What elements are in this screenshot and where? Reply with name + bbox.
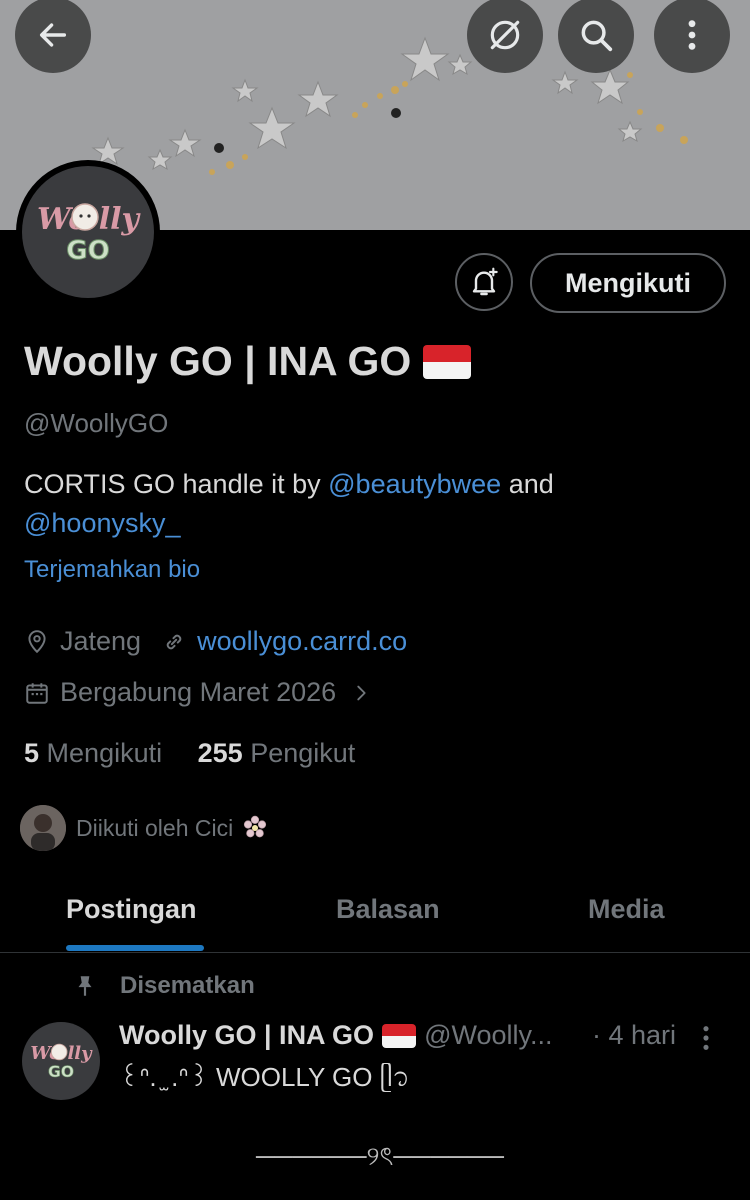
bell-plus-icon bbox=[472, 267, 498, 296]
profile-location: Jateng bbox=[60, 626, 142, 656]
svg-text:GO: GO bbox=[48, 1063, 74, 1081]
meta-joined[interactable]: Bergabung Maret 2026 bbox=[24, 677, 382, 708]
location-pin-icon bbox=[28, 629, 46, 653]
indonesia-flag-icon bbox=[382, 1023, 417, 1048]
following-button[interactable]: Mengikuti bbox=[530, 253, 726, 313]
following-stat[interactable]: 5 Mengikuti bbox=[24, 738, 162, 768]
pin-icon bbox=[78, 976, 92, 996]
tab-media[interactable]: Media bbox=[588, 894, 665, 925]
profile-bio: CORTIS GO handle it by @beautybwee and @… bbox=[24, 465, 724, 543]
follower-avatar bbox=[20, 805, 66, 851]
meta-location-website: Jateng woollygo.carrd.co bbox=[24, 626, 407, 657]
followers-label: Pengikut bbox=[250, 738, 356, 768]
calendar-icon bbox=[26, 682, 48, 704]
bio-mention-hoonysky[interactable]: @hoonysky_ bbox=[24, 508, 181, 538]
post-header: Woolly GO | INA GO @Woolly... bbox=[119, 1020, 553, 1051]
woolly-go-logo: Wo lly GO bbox=[30, 1043, 93, 1081]
profile-website-link[interactable]: woollygo.carrd.co bbox=[197, 626, 407, 657]
tab-postingan[interactable]: Postingan bbox=[66, 894, 197, 925]
back-button[interactable] bbox=[15, 0, 91, 73]
post-author-name[interactable]: Woolly GO | INA GO bbox=[119, 1020, 374, 1051]
profile-joined-date: Bergabung Maret 2026 bbox=[60, 677, 337, 707]
pinned-label: Disematkan bbox=[120, 972, 255, 999]
bio-text: CORTIS GO handle it by bbox=[24, 469, 321, 499]
chevron-right-icon bbox=[357, 685, 366, 700]
more-button[interactable] bbox=[654, 0, 730, 73]
followed-by-row[interactable]: Diikuti oleh Cici bbox=[20, 805, 269, 851]
svg-text:GO: GO bbox=[66, 236, 109, 266]
post-author-handle[interactable]: @Woolly... bbox=[424, 1020, 552, 1051]
more-vertical-icon bbox=[688, 20, 696, 50]
pinned-indicator: Disematkan bbox=[72, 972, 255, 1000]
eye-slash-icon bbox=[490, 20, 520, 50]
flower-icon bbox=[244, 815, 267, 838]
tab-balasan[interactable]: Balasan bbox=[336, 894, 440, 925]
bio-and: and bbox=[508, 469, 554, 499]
profile-avatar[interactable]: Wo lly GO bbox=[16, 160, 160, 304]
link-icon bbox=[166, 634, 182, 649]
followers-stat[interactable]: 255 Pengikut bbox=[198, 738, 356, 768]
arrow-left-icon bbox=[39, 23, 67, 47]
post-author-avatar[interactable]: Wo lly GO bbox=[22, 1022, 100, 1100]
search-button[interactable] bbox=[558, 0, 634, 73]
active-tab-indicator bbox=[66, 945, 204, 951]
follow-counts: 5 Mengikuti 255 Pengikut bbox=[24, 738, 355, 769]
following-label: Mengikuti bbox=[46, 738, 163, 768]
followed-by-text: Diikuti oleh Cici bbox=[76, 814, 234, 841]
translate-bio-link[interactable]: Terjemahkan bio bbox=[24, 556, 200, 584]
profile-name: Woolly GO | INA GO bbox=[24, 338, 412, 384]
search-icon bbox=[581, 20, 613, 52]
profile-handle: @WoollyGO bbox=[24, 408, 169, 438]
avatar-logo: Wo lly GO bbox=[22, 166, 154, 298]
hide-button[interactable] bbox=[467, 0, 543, 73]
profile-tabs: Postingan Balasan Media bbox=[0, 880, 750, 953]
following-count: 5 bbox=[24, 738, 40, 768]
notify-button[interactable] bbox=[455, 253, 513, 311]
bio-mention-beautybwee[interactable]: @beautybwee bbox=[328, 469, 501, 499]
woolly-go-logo: Wo lly GO bbox=[37, 202, 141, 267]
post-text: ꒰ᐢ. ̫ .ᐢ꒱ WOOLLY GO ᥫ᭡ bbox=[119, 1062, 410, 1092]
post-decoration-line: ──────୨ৎ────── bbox=[256, 1141, 504, 1171]
post-time: · 4 hari bbox=[592, 1020, 677, 1050]
followers-count: 255 bbox=[197, 738, 243, 768]
post-more-button[interactable] bbox=[700, 1024, 712, 1057]
indonesia-flag-icon bbox=[423, 344, 472, 379]
more-vertical-icon bbox=[703, 1026, 709, 1050]
profile-name-row: Woolly GO | INA GO bbox=[24, 338, 472, 385]
